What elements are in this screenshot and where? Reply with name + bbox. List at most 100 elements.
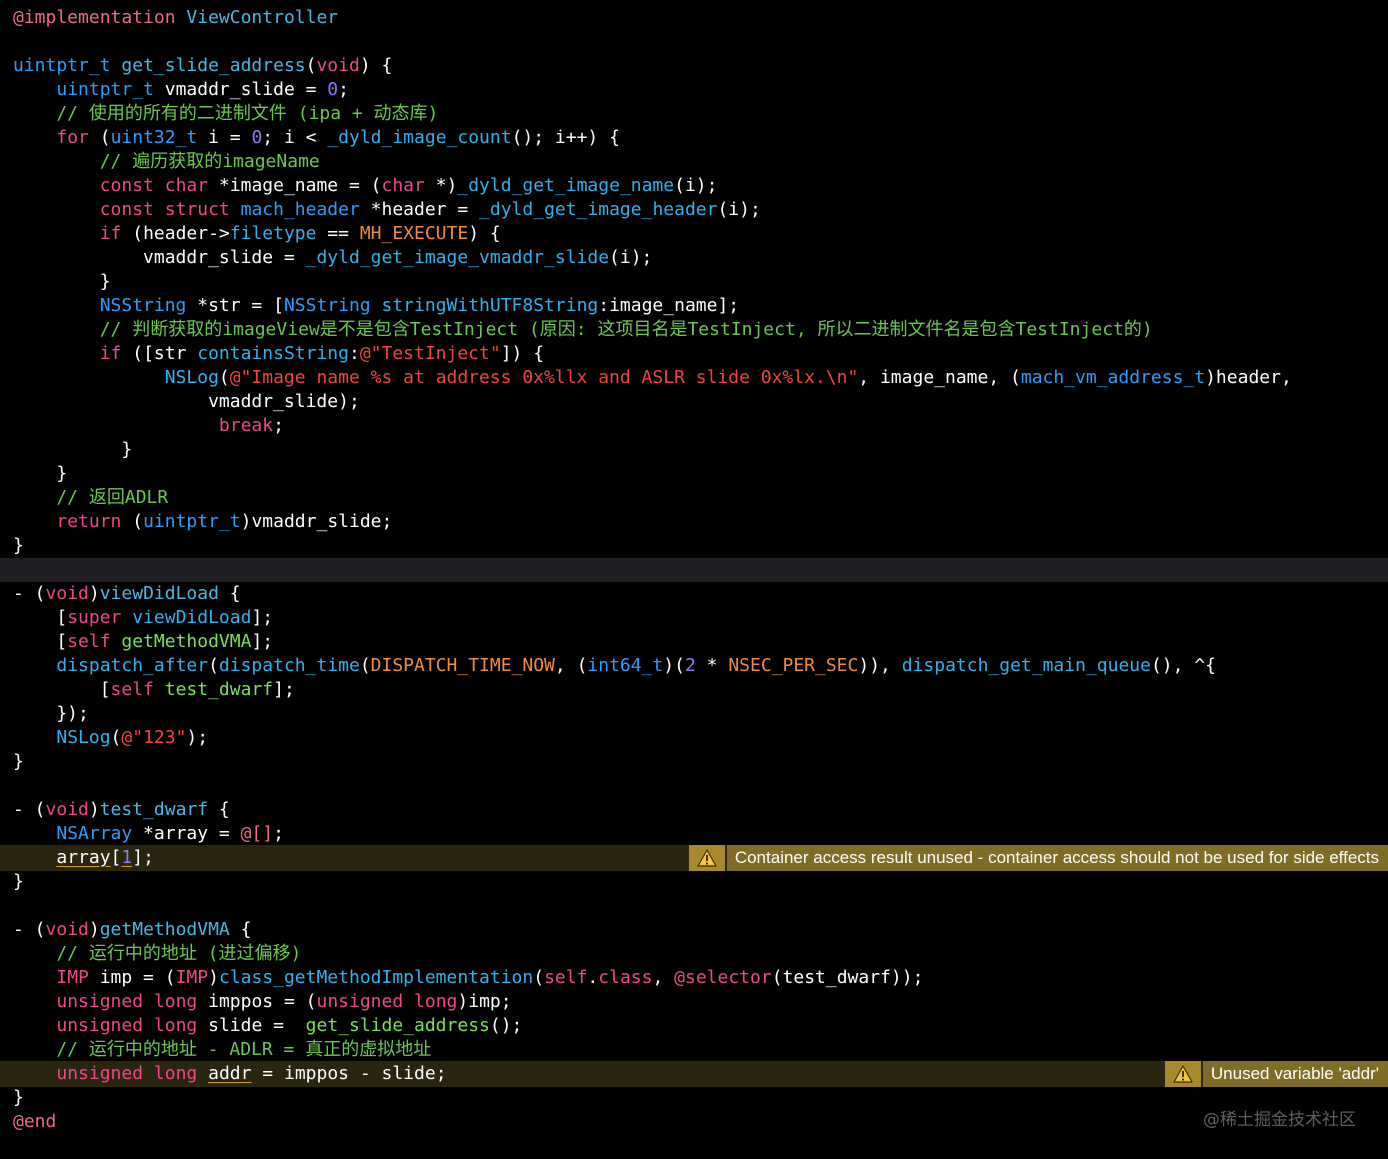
- code-text: [self getMethodVMA];: [13, 630, 273, 654]
- code-token: NSLog: [56, 727, 111, 748]
- code-token: DISPATCH_TIME_NOW: [370, 655, 555, 676]
- code-token: @[]: [240, 823, 274, 844]
- code-line[interactable]: [0, 558, 1388, 582]
- code-token: ];: [251, 607, 274, 628]
- code-token: unsigned: [56, 1015, 144, 1036]
- code-token: vmaddr_slide =: [13, 247, 306, 268]
- code-token: @implementation: [13, 7, 176, 28]
- code-token: const: [99, 175, 154, 196]
- code-text: unsigned long imppos = (unsigned long)im…: [13, 990, 511, 1014]
- code-line[interactable]: // 返回ADLR: [0, 486, 1388, 510]
- code-token: *): [424, 175, 458, 196]
- code-line[interactable]: uintptr_t get_slide_address(void) {: [0, 54, 1388, 78]
- code-line[interactable]: array[1]; Container access result unused …: [0, 845, 1388, 871]
- code-line[interactable]: // 运行中的地址 (进过偏移): [0, 942, 1388, 966]
- code-line[interactable]: for (uint32_t i = 0; i < _dyld_image_cou…: [0, 126, 1388, 150]
- warning-triangle-icon: [697, 849, 717, 867]
- code-token: 0: [327, 79, 339, 100]
- code-line[interactable]: });: [0, 702, 1388, 726]
- code-line[interactable]: - (void)viewDidLoad {: [0, 582, 1388, 606]
- code-line[interactable]: const struct mach_header *header = _dyld…: [0, 198, 1388, 222]
- code-token: getMethodVMA: [121, 631, 252, 652]
- code-line[interactable]: @implementation ViewController: [0, 6, 1388, 30]
- code-token: (: [110, 727, 122, 748]
- code-token: unsigned: [316, 991, 404, 1012]
- code-line[interactable]: vmaddr_slide);: [0, 390, 1388, 414]
- code-line[interactable]: unsigned long imppos = (unsigned long)im…: [0, 990, 1388, 1014]
- code-line[interactable]: @end: [0, 1110, 1388, 1134]
- code-text: for (uint32_t i = 0; i < _dyld_image_cou…: [13, 126, 620, 150]
- code-line[interactable]: NSLog(@"123");: [0, 726, 1388, 750]
- code-line[interactable]: [0, 894, 1388, 918]
- code-token: - (: [13, 919, 46, 940]
- code-line[interactable]: [self getMethodVMA];: [0, 630, 1388, 654]
- code-token: [: [13, 607, 68, 628]
- code-line[interactable]: return (uintptr_t)vmaddr_slide;: [0, 510, 1388, 534]
- code-line[interactable]: // 使用的所有的二进制文件 (ipa + 动态库): [0, 102, 1388, 126]
- code-token: // 运行中的地址 (进过偏移): [13, 943, 302, 964]
- inline-warning[interactable]: Container access result unused - contain…: [688, 845, 1388, 871]
- code-line[interactable]: vmaddr_slide = _dyld_get_image_vmaddr_sl…: [0, 246, 1388, 270]
- code-line[interactable]: [0, 774, 1388, 798]
- code-token: ];: [273, 679, 295, 700]
- code-line[interactable]: }: [0, 534, 1388, 558]
- code-line[interactable]: unsigned long slide = get_slide_address(…: [0, 1014, 1388, 1038]
- code-text: @implementation ViewController: [13, 6, 338, 30]
- code-line[interactable]: unsigned long addr = imppos - slide; Unus…: [0, 1061, 1388, 1087]
- code-line[interactable]: - (void)test_dwarf {: [0, 798, 1388, 822]
- code-token: imppos = (: [197, 991, 317, 1012]
- code-line[interactable]: [self test_dwarf];: [0, 678, 1388, 702]
- code-editor[interactable]: @implementation ViewController uintptr_t …: [0, 0, 1388, 1159]
- warning-triangle-icon[interactable]: [688, 845, 725, 871]
- code-token: }: [13, 871, 24, 892]
- code-line[interactable]: }: [0, 462, 1388, 486]
- code-token: , image_name, (: [858, 367, 1021, 388]
- code-line[interactable]: NSString *str = [NSString stringWithUTF8…: [0, 294, 1388, 318]
- code-token: mach_header: [240, 199, 360, 220]
- code-line[interactable]: if (header->filetype == MH_EXECUTE) {: [0, 222, 1388, 246]
- code-token: (i);: [717, 199, 761, 220]
- code-line[interactable]: }: [0, 870, 1388, 894]
- code-line[interactable]: NSArray *array = @[];: [0, 822, 1388, 846]
- code-line[interactable]: const char *image_name = (char *)_dyld_g…: [0, 174, 1388, 198]
- code-line[interactable]: uintptr_t vmaddr_slide = 0;: [0, 78, 1388, 102]
- inline-warning[interactable]: Unused variable 'addr': [1164, 1061, 1388, 1087]
- code-line[interactable]: NSLog(@"Image name %s at address 0x%llx …: [0, 366, 1388, 390]
- code-line[interactable]: }: [0, 750, 1388, 774]
- code-line[interactable]: }: [0, 1086, 1388, 1110]
- code-token: test_dwarf: [164, 679, 274, 700]
- code-line[interactable]: break;: [0, 414, 1388, 438]
- code-line[interactable]: [super viewDidLoad];: [0, 606, 1388, 630]
- code-line[interactable]: // 判断获取的imageView是不是包含TestInject (原因: 这项…: [0, 318, 1388, 342]
- code-token: ViewController: [186, 7, 339, 28]
- code-text: }: [13, 870, 24, 894]
- code-token: viewDidLoad: [132, 607, 252, 628]
- code-line[interactable]: }: [0, 438, 1388, 462]
- code-line[interactable]: IMP imp = (IMP)class_getMethodImplementa…: [0, 966, 1388, 990]
- code-token: self: [110, 679, 154, 700]
- code-token: @"123": [121, 727, 187, 748]
- warning-triangle-icon[interactable]: [1164, 1061, 1201, 1087]
- code-line[interactable]: [0, 30, 1388, 54]
- code-line[interactable]: if ([str containsString:@"TestInject"]) …: [0, 342, 1388, 366]
- code-line[interactable]: // 运行中的地址 - ADLR = 真正的虚拟地址: [0, 1038, 1388, 1062]
- code-token: (: [218, 367, 230, 388]
- code-line[interactable]: dispatch_after(dispatch_time(DISPATCH_TI…: [0, 654, 1388, 678]
- code-line[interactable]: // 遍历获取的imageName: [0, 150, 1388, 174]
- code-line[interactable]: - (void)getMethodVMA {: [0, 918, 1388, 942]
- code-token: {: [229, 919, 252, 940]
- code-text: [super viewDidLoad];: [13, 606, 273, 630]
- code-token: dispatch_after: [56, 655, 209, 676]
- code-line[interactable]: }: [0, 270, 1388, 294]
- code-token: imp = (: [88, 967, 176, 988]
- code-token: // 运行中的地址 - ADLR = 真正的虚拟地址: [13, 1039, 432, 1060]
